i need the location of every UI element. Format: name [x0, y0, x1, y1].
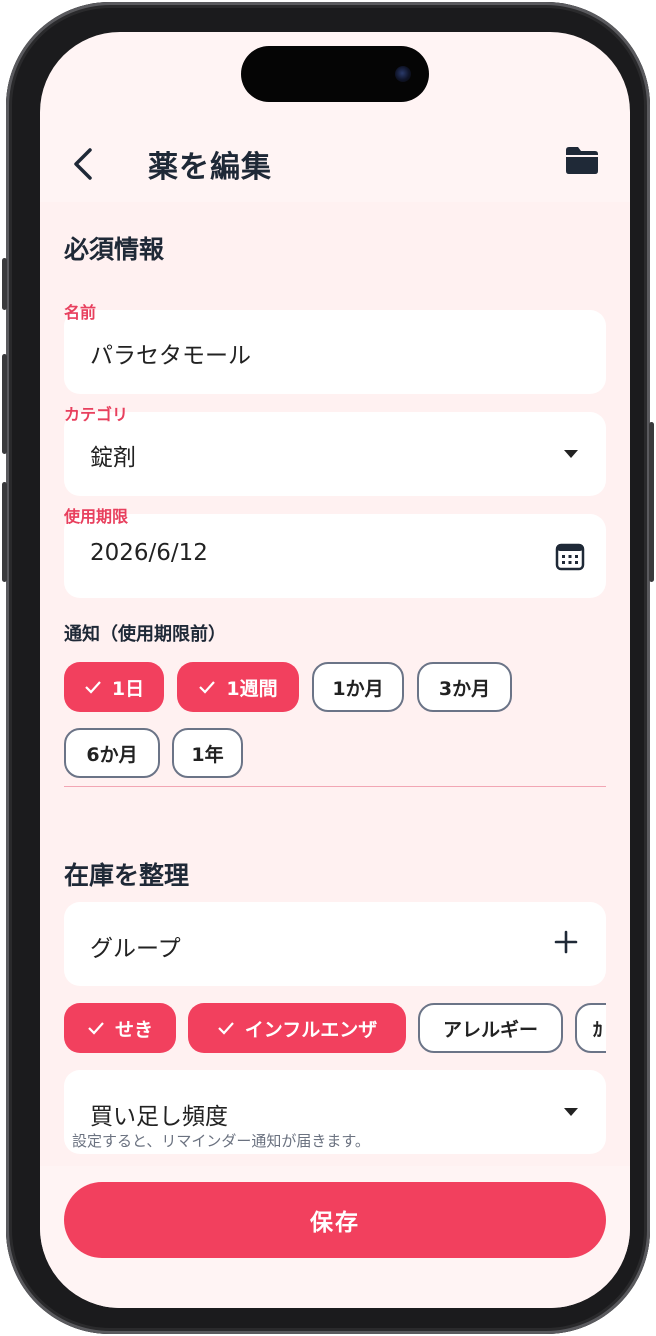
app-header: 薬を編集 — [40, 132, 630, 202]
caret-down-icon — [564, 450, 578, 458]
volume-down-button — [2, 482, 7, 582]
name-value: パラセタモール — [90, 343, 251, 369]
tag-chip-influenza[interactable]: インフルエンザ — [188, 1003, 406, 1053]
section-divider — [64, 786, 606, 787]
chip-label: せき — [114, 1018, 153, 1041]
notify-chip-3months[interactable]: 3か月 — [417, 662, 512, 712]
screen: 薬を編集 必須情報 パラセタモール 名前 錠剤 カテゴリ 2026/6/12 使… — [40, 32, 630, 1308]
chip-label: 1年 — [191, 743, 224, 766]
page-title: 薬を編集 — [148, 150, 272, 185]
section-title-organize: 在庫を整理 — [64, 861, 190, 890]
chip-label: 1週間 — [226, 677, 278, 700]
form-content: 必須情報 パラセタモール 名前 錠剤 カテゴリ 2026/6/12 使用期限 通… — [40, 202, 630, 1166]
category-value: 錠剤 — [90, 445, 136, 471]
category-label: カテゴリ — [64, 405, 129, 424]
name-field[interactable]: パラセタモール — [64, 310, 606, 394]
section-title-required: 必須情報 — [64, 235, 165, 264]
expiry-value: 2026/6/12 — [90, 540, 208, 566]
chip-label: ｶ — [593, 1018, 603, 1041]
tag-chip-cough[interactable]: せき — [64, 1003, 176, 1053]
calendar-icon[interactable] — [554, 540, 586, 572]
folder-icon[interactable] — [564, 144, 600, 176]
chip-label: 1か月 — [332, 677, 384, 700]
dynamic-island — [241, 46, 429, 102]
action-button — [2, 258, 7, 310]
group-field[interactable]: グループ — [64, 902, 606, 986]
check-icon — [85, 681, 101, 694]
notify-chip-6months[interactable]: 6か月 — [64, 728, 160, 778]
refill-label: 買い足し頻度 — [90, 1104, 228, 1130]
camera-icon — [395, 66, 411, 82]
back-chevron-icon[interactable] — [68, 144, 98, 184]
chip-label: 6か月 — [86, 743, 138, 766]
check-icon — [218, 1022, 234, 1035]
notify-chip-1day[interactable]: 1日 — [64, 662, 164, 712]
chip-label: インフルエンザ — [244, 1018, 378, 1041]
notify-chip-1month[interactable]: 1か月 — [312, 662, 404, 712]
chip-label: 3か月 — [438, 677, 491, 700]
check-icon — [199, 681, 216, 694]
category-select[interactable]: 錠剤 — [64, 412, 606, 496]
tag-chip-clip: ｶ — [575, 1003, 606, 1053]
caret-down-icon — [564, 1108, 578, 1116]
expiry-date-field[interactable]: 2026/6/12 — [64, 514, 606, 598]
group-label: グループ — [90, 936, 181, 962]
check-icon — [88, 1022, 104, 1035]
notify-title: 通知（使用期限前） — [64, 624, 226, 645]
save-button[interactable]: 保存 — [64, 1182, 606, 1258]
refill-hint: 設定すると、リマインダー通知が届きます。 — [72, 1132, 370, 1150]
notify-chip-1week[interactable]: 1週間 — [177, 662, 299, 712]
chip-label: アレルギー — [442, 1018, 538, 1041]
name-label: 名前 — [64, 303, 97, 322]
phone-frame: 薬を編集 必須情報 パラセタモール 名前 錠剤 カテゴリ 2026/6/12 使… — [2, 2, 654, 1334]
power-button — [649, 422, 654, 582]
plus-icon[interactable] — [554, 930, 578, 954]
save-bar: 保存 — [40, 1166, 630, 1308]
volume-up-button — [2, 354, 7, 454]
tag-chip-allergy[interactable]: アレルギー — [418, 1003, 563, 1053]
tag-chip-partial[interactable]: ｶ — [575, 1003, 606, 1053]
expiry-label: 使用期限 — [64, 507, 129, 526]
chip-label: 1日 — [111, 677, 145, 700]
notify-chip-1year[interactable]: 1年 — [172, 728, 243, 778]
